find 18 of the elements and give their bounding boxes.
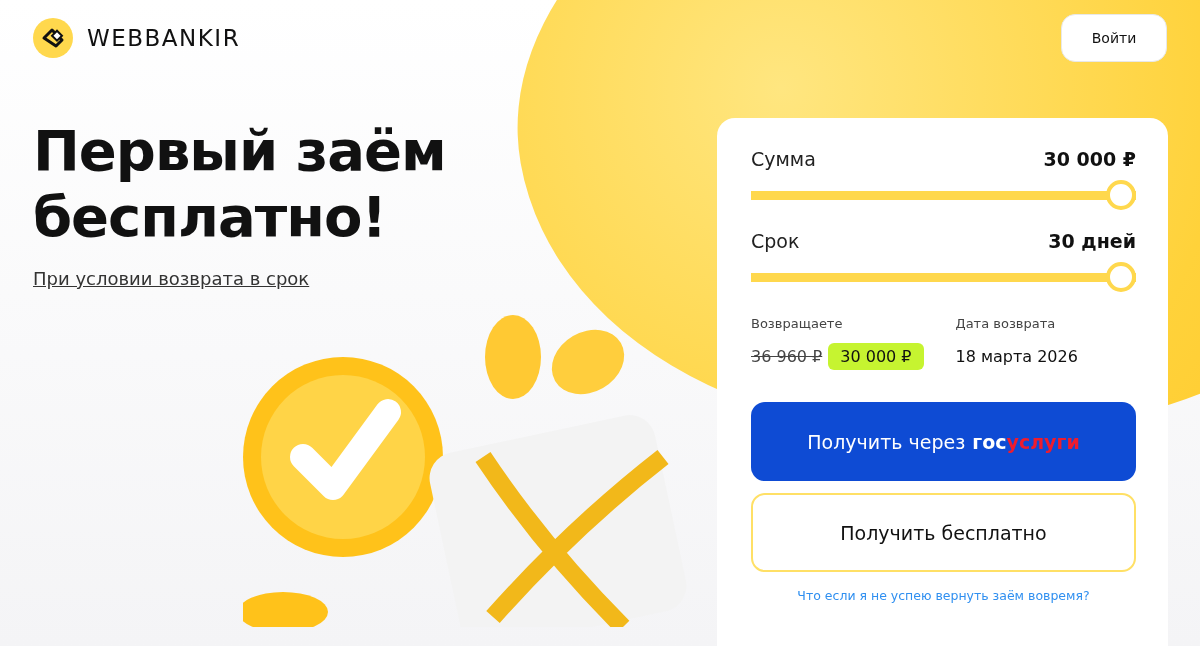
condition-link[interactable]: При условии возврата в срок: [33, 268, 310, 289]
hero-title: Первый заём бесплатно!: [33, 118, 447, 250]
get-free-button[interactable]: Получить бесплатно: [751, 493, 1136, 572]
login-button[interactable]: Войти: [1061, 14, 1167, 62]
amount-badge: 30 000 ₽: [828, 343, 924, 370]
slider-label: Срок: [751, 230, 800, 252]
slider-value: 30 000 ₽: [1043, 148, 1136, 170]
repay-label: Возвращаете: [751, 316, 844, 331]
return-date: 18 марта 2026: [955, 346, 1078, 368]
old-amount: 36 960 ₽: [751, 347, 823, 366]
gosuslugi-button[interactable]: Получить через госуслуги: [751, 402, 1136, 481]
slider-label: Сумма: [751, 148, 816, 170]
slider-value: 30 дней: [1048, 230, 1136, 252]
logo-text: WEBBANKIR: [87, 25, 241, 51]
slider-thumb[interactable]: [1106, 180, 1136, 210]
slider-thumb[interactable]: [1106, 262, 1136, 292]
return-date-label: Дата возврата: [955, 316, 1057, 331]
logo-icon: [33, 18, 73, 58]
